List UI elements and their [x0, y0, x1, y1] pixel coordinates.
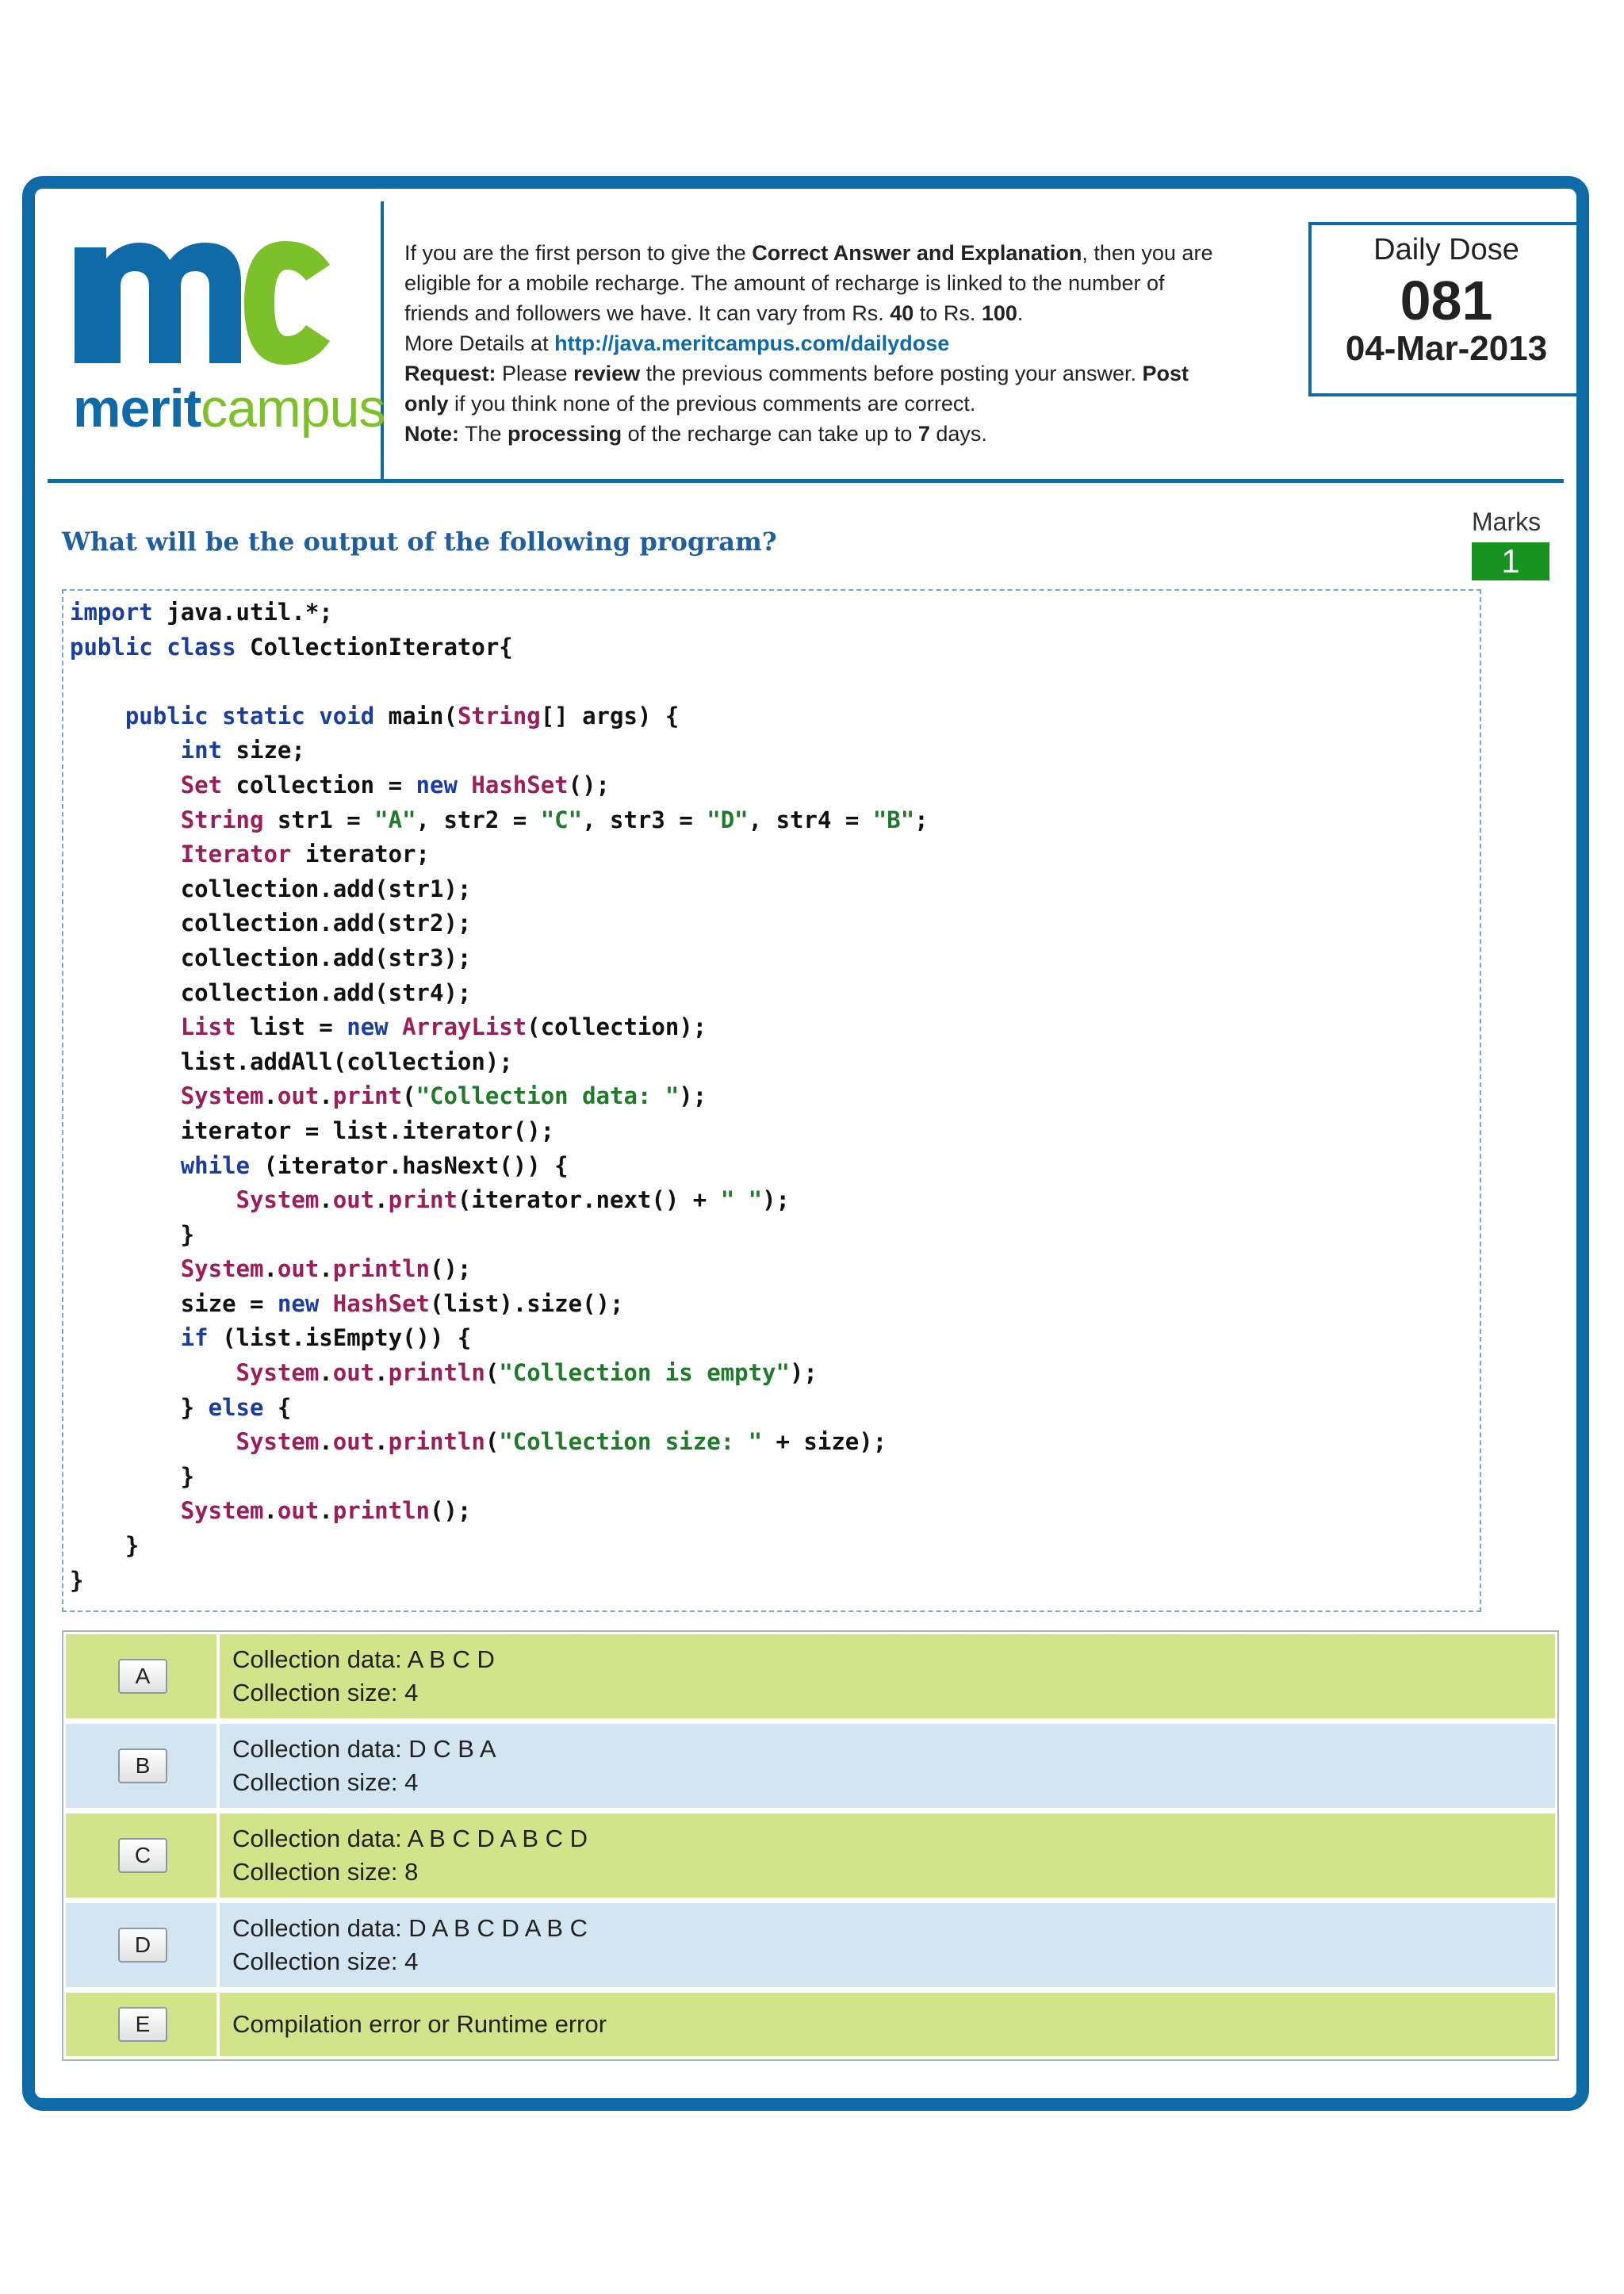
code-line: public static void main(String[] args) { [124, 702, 680, 730]
code-block: import java.util.*; public class Collecti… [62, 589, 1481, 1612]
code-line: collection.add(str4); [180, 978, 472, 1006]
daily-dose-date: 04-Mar-2013 [1345, 329, 1548, 368]
header: meritcampus If you are the first person … [48, 201, 1584, 483]
option-text-line: Collection data: A B C D [232, 1645, 495, 1673]
option-text: Compilation error or Runtime error [232, 2008, 607, 2041]
code-line: } else { [70, 1393, 292, 1421]
code-line: } [70, 1462, 195, 1490]
question-text: What will be the output of the following… [62, 527, 777, 557]
marks-value: 1 [1472, 542, 1549, 580]
info-line: More Details at http://java.meritcampus.… [404, 331, 950, 355]
option-c-button[interactable]: C [118, 1838, 167, 1873]
answer-options: A Collection data: A B C D Collection size… [62, 1630, 1559, 2061]
info-line: Request: Please review the previous comm… [404, 362, 1189, 385]
mc-logo-icon [75, 241, 330, 365]
code-line: System.out.println(); [180, 1255, 472, 1283]
dailydose-link[interactable]: http://java.meritcampus.com/dailydose [554, 331, 949, 355]
code-line: System.out.println(); [180, 1497, 472, 1525]
option-d-button[interactable]: D [118, 1928, 167, 1963]
code-line: } [70, 1532, 140, 1560]
daily-dose-number: 081 [1400, 270, 1493, 331]
brand-name: meritcampus [73, 377, 385, 439]
option-label-cell: B [66, 1724, 220, 1808]
option-b[interactable]: B Collection data: D C B A Collection size… [66, 1724, 1555, 1808]
code-line: List list = new ArrayList(collection); [180, 1013, 707, 1041]
code-line: System.out.print("Collection data: "); [180, 1082, 707, 1110]
option-text-line: Collection data: A B C D A B C D [232, 1825, 588, 1852]
code-line: collection.add(str2); [180, 910, 472, 937]
option-text-line: Collection size: 4 [232, 1947, 419, 1975]
code-line: String str1 = "A", str2 = "C", str3 = "D… [180, 806, 929, 833]
option-text: Collection data: D A B C D A B C Collecti… [232, 1912, 588, 1978]
daily-dose-box: Daily Dose 081 04-Mar-2013 [1308, 222, 1584, 396]
code-line: list.addAll(collection); [180, 1047, 513, 1075]
code-line: Set collection = new HashSet(); [180, 771, 611, 798]
option-label-cell: A [66, 1634, 220, 1718]
brand-campus: campus [201, 378, 385, 439]
daily-dose-title: Daily Dose [1373, 233, 1519, 266]
option-label-cell: D [66, 1903, 220, 1987]
code-line: System.out.println("Collection is empty"… [236, 1359, 818, 1387]
option-text-line: Collection size: 8 [232, 1858, 419, 1886]
daily-dose-card: meritcampus If you are the first person … [22, 176, 1589, 2111]
option-label-cell: C [66, 1813, 220, 1898]
option-text-line: Collection data: D A B C D A B C [232, 1914, 588, 1942]
code-line: } [70, 1566, 84, 1594]
option-text: Collection data: A B C D Collection size:… [232, 1643, 495, 1710]
option-text-line: Collection size: 4 [232, 1768, 419, 1796]
info-line: eligible for a mobile recharge. The amou… [404, 271, 1165, 295]
option-text-line: Collection data: D C B A [232, 1735, 496, 1763]
code-line: System.out.print(iterator.next() + " "); [236, 1186, 791, 1214]
option-e[interactable]: E Compilation error or Runtime error [66, 1993, 1555, 2056]
option-text: Collection data: A B C D A B C D Collecti… [232, 1822, 588, 1889]
info-line: If you are the first person to give the … [404, 241, 1213, 265]
code-line: while (iterator.hasNext()) { [180, 1151, 569, 1179]
info-line: friends and followers we have. It can va… [404, 301, 1024, 325]
code-listing: import java.util.*; public class Collecti… [70, 596, 929, 1598]
code-line: iterator = list.iterator(); [180, 1116, 555, 1144]
logo: meritcampus [48, 201, 385, 479]
code-line: if (list.isEmpty()) { [180, 1324, 472, 1352]
option-b-button[interactable]: B [118, 1748, 167, 1783]
option-d[interactable]: D Collection data: D A B C D A B C Collect… [66, 1903, 1555, 1987]
code-line: } [70, 1220, 195, 1248]
code-line: public class CollectionIterator{ [70, 633, 513, 661]
option-label-cell: E [66, 1993, 220, 2056]
option-text: Collection data: D C B A Collection size:… [232, 1733, 496, 1799]
info-line: Note: The processing of the recharge can… [404, 422, 987, 446]
option-c[interactable]: C Collection data: A B C D A B C D Collect… [66, 1813, 1555, 1898]
code-line: int size; [180, 737, 305, 764]
code-line: System.out.println("Collection size: " +… [236, 1428, 887, 1456]
option-a-button[interactable]: A [118, 1659, 167, 1694]
option-a[interactable]: A Collection data: A B C D Collection size… [66, 1634, 1555, 1718]
brand-merit: merit [73, 378, 201, 439]
code-line: size = new HashSet(list).size(); [180, 1289, 624, 1317]
info-line: only if you think none of the previous c… [404, 392, 976, 416]
marks-label: Marks [1472, 507, 1542, 536]
code-line: collection.add(str1); [180, 875, 472, 902]
option-text-line: Compilation error or Runtime error [232, 2010, 607, 2038]
code-line: Iterator iterator; [180, 841, 430, 868]
option-text-line: Collection size: 4 [232, 1679, 419, 1706]
info-text: If you are the first person to give the … [404, 238, 1293, 449]
code-line: collection.add(str3); [180, 944, 472, 971]
option-e-button[interactable]: E [118, 2007, 167, 2042]
code-line: import java.util.*; [70, 599, 333, 626]
